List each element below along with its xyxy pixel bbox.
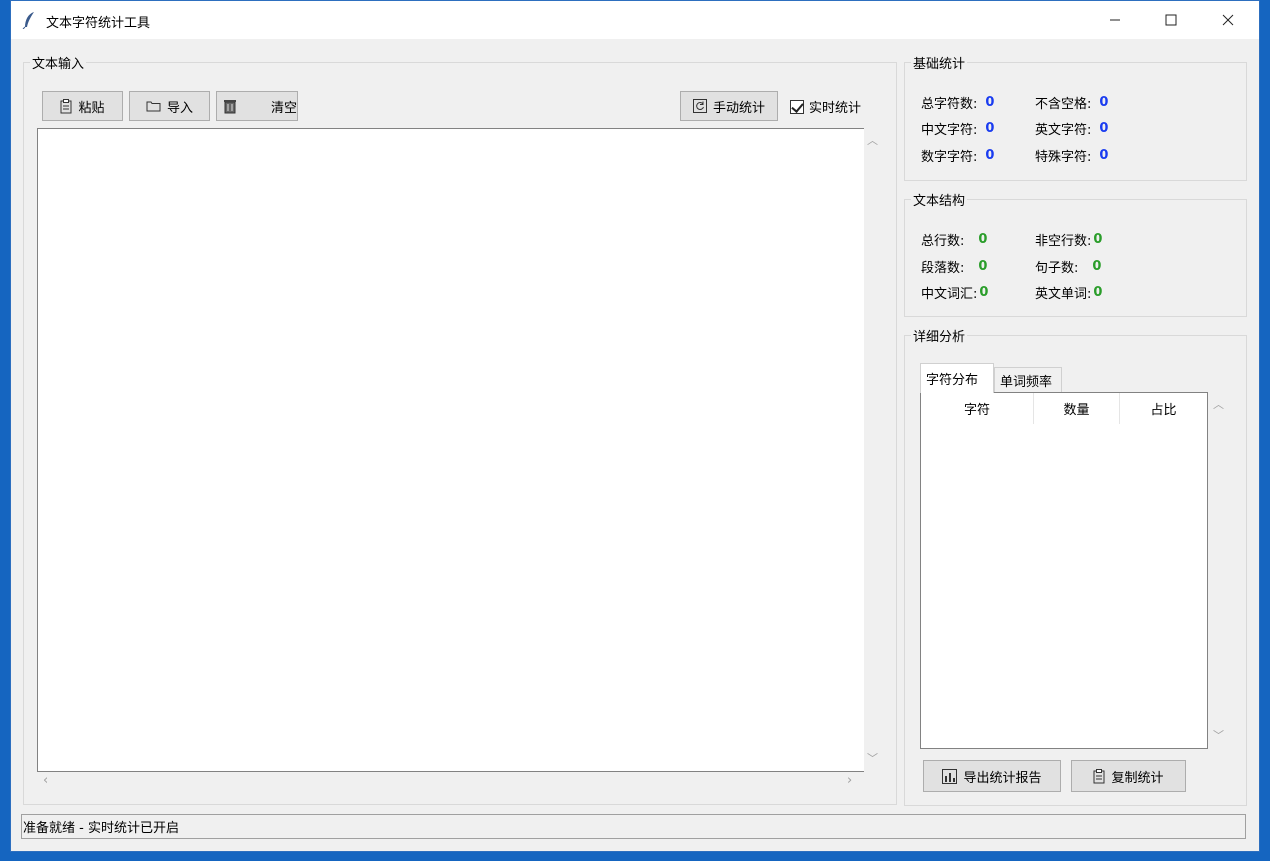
tab-word-frequency[interactable]: 单词频率 [994,367,1062,393]
close-button[interactable] [1205,1,1251,39]
status-bar: 准备就绪 - 实时统计已开启 [21,814,1246,839]
char-distribution-table[interactable]: 字符 数量 占比 [920,392,1208,749]
stat-label: 总字符数: [921,97,978,112]
close-icon [1222,14,1234,26]
copy-stats-label: 复制统计 [1111,770,1164,786]
stat-paragraphs: 段落数: 0 [921,257,987,276]
stat-lines: 总行数: 0 [921,230,987,249]
paste-label: 粘贴 [78,100,105,116]
stat-label: 英文单词: [1035,287,1092,302]
text-horizontal-scrollbar[interactable]: ‹ › [37,772,864,790]
stat-value: 0 [1093,285,1103,300]
text-input-area[interactable] [37,128,864,772]
table-header: 字符 数量 占比 [921,393,1207,424]
feather-icon [22,12,34,29]
scroll-up-icon[interactable]: ︿ [867,132,878,148]
stat-chinese: 中文字符: 0 [921,119,994,138]
stat-digits: 数字字符: 0 [921,146,994,165]
manual-stats-label: 手动统计 [712,100,765,116]
scroll-left-icon[interactable]: ‹ [43,773,48,788]
stat-value: 0 [1093,232,1103,247]
table-vertical-scrollbar[interactable]: ︿ ﹀ [1208,392,1228,749]
realtime-checkbox[interactable]: 实时统计 [790,97,861,116]
stat-value: 0 [1099,121,1109,136]
trash-icon [223,99,236,113]
manual-stats-button[interactable]: 手动统计 [680,91,778,121]
bar-chart-icon [942,768,958,784]
scroll-down-icon[interactable]: ﹀ [867,750,878,766]
import-button[interactable]: 导入 [129,91,210,121]
stat-value: 0 [978,232,988,247]
stat-english-words: 英文单词: 0 [1035,283,1102,302]
stat-value: 0 [978,259,988,274]
stat-value: 0 [985,148,995,163]
minimize-icon [1110,19,1120,21]
detail-analysis-label: 详细分析 [913,330,966,345]
stat-label: 英文字符: [1035,123,1092,138]
stat-english: 英文字符: 0 [1035,119,1108,138]
stat-label: 中文字符: [921,123,978,138]
refresh-icon [692,99,707,113]
text-structure-label: 文本结构 [913,194,966,209]
scroll-down-icon[interactable]: ﹀ [1213,727,1224,743]
stat-chinese-words: 中文词汇: 0 [921,283,988,302]
stat-value: 0 [979,285,989,300]
stat-nonempty-lines: 非空行数: 0 [1035,230,1102,249]
stat-value: 0 [1092,259,1102,274]
stat-label: 段落数: [921,261,965,276]
stat-label: 中文词汇: [921,287,978,302]
folder-icon [146,101,161,112]
basic-stats-label: 基础统计 [913,57,966,72]
stat-label: 总行数: [921,234,965,249]
stat-label: 数字字符: [921,150,978,165]
column-header-ratio[interactable]: 占比 [1120,393,1207,424]
text-vertical-scrollbar[interactable]: ︿ ﹀ [864,128,881,772]
import-label: 导入 [166,100,193,116]
export-report-label: 导出统计报告 [963,770,1042,786]
column-header-char[interactable]: 字符 [921,393,1034,424]
text-input-label: 文本输入 [32,57,85,72]
clear-label: 清空 [270,100,297,116]
window-title: 文本字符统计工具 [46,16,151,31]
column-header-count[interactable]: 数量 [1034,393,1120,424]
tab-char-distribution[interactable]: 字符分布 [920,363,994,393]
clipboard-icon [1093,768,1105,783]
tab-label: 字符分布 [926,373,979,388]
minimize-button[interactable] [1092,1,1138,39]
stat-value: 0 [1099,95,1109,110]
stat-value: 0 [985,121,995,136]
tab-label: 单词频率 [1000,375,1053,390]
stat-label: 句子数: [1035,261,1079,276]
app-window: 文本字符统计工具 文本输入 粘贴 导入 清空 手动统计 实时统计 ︿ ﹀ ‹ ›… [10,0,1260,852]
stat-sentences: 句子数: 0 [1035,257,1101,276]
title-bar: 文本字符统计工具 [11,1,1259,39]
checkmark-icon[interactable] [790,99,804,114]
maximize-button[interactable] [1148,1,1194,39]
stat-value: 0 [985,95,995,110]
stat-no-space: 不含空格: 0 [1035,93,1108,112]
realtime-label: 实时统计 [809,101,862,116]
maximize-icon [1165,14,1177,26]
stat-special: 特殊字符: 0 [1035,146,1108,165]
copy-stats-button[interactable]: 复制统计 [1071,760,1186,792]
stat-label: 特殊字符: [1035,150,1092,165]
stat-value: 0 [1099,148,1109,163]
paste-button[interactable]: 粘贴 [42,91,123,121]
scroll-up-icon[interactable]: ︿ [1213,396,1224,412]
stat-total-chars: 总字符数: 0 [921,93,994,112]
clipboard-icon [60,98,72,113]
scroll-right-icon[interactable]: › [847,773,852,788]
export-report-button[interactable]: 导出统计报告 [923,760,1061,792]
clear-button[interactable]: 清空 [216,91,298,121]
status-text: 准备就绪 - 实时统计已开启 [23,821,179,836]
stat-label: 不含空格: [1035,97,1092,112]
stat-label: 非空行数: [1035,234,1092,249]
